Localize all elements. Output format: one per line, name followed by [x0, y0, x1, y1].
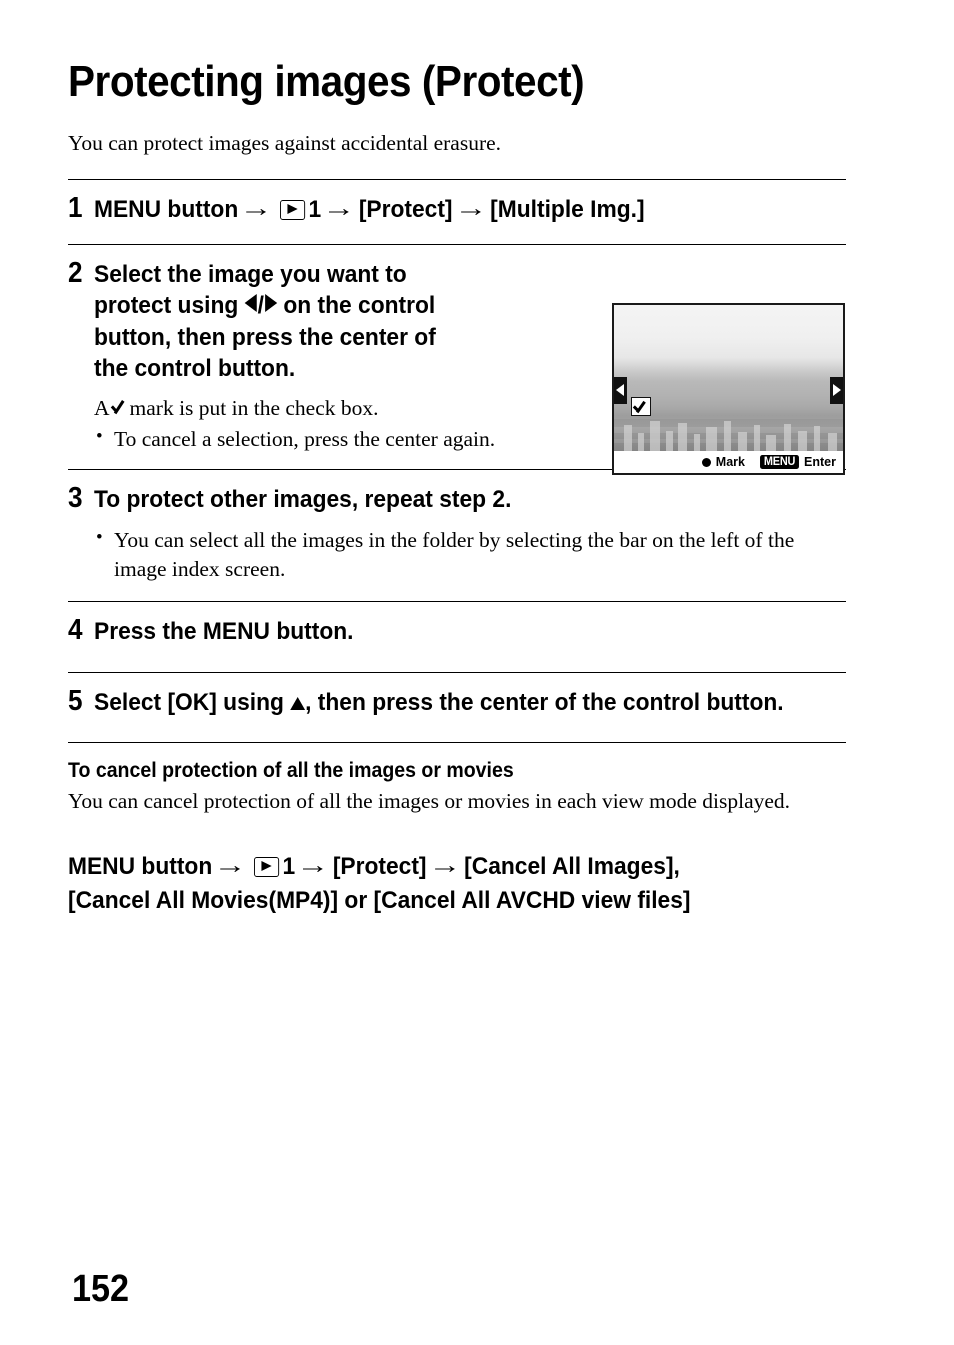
step-4-body: Press the MENU button. — [94, 616, 846, 647]
step-5-number: 5 — [68, 684, 83, 717]
step-1-protect-item: [Protect] — [358, 196, 453, 224]
menu-chip-icon: MENU — [760, 454, 800, 470]
step-4-heading: Press the MENU button. — [94, 618, 354, 646]
divider-above-step-5 — [68, 671, 846, 673]
arrow-icon: → — [296, 851, 330, 879]
arrow-icon: → — [322, 195, 356, 223]
playback-icon — [279, 200, 305, 221]
arrow-icon: → — [213, 851, 247, 879]
step-3: 3 To protect other images, repeat step 2… — [68, 484, 846, 583]
step-1-number: 1 — [68, 192, 83, 225]
step-2-heading-line-1: Select the image you want to — [94, 260, 407, 288]
slash-separator: / — [257, 292, 265, 320]
step-3-bullets: You can select all the images in the fol… — [94, 525, 846, 584]
arrow-icon: → — [239, 195, 273, 223]
camera-screen-frame: Mark MENU Enter — [612, 303, 845, 475]
list-item: You can select all the images in the fol… — [94, 525, 846, 584]
cancel-menu-protect-item: [Protect] — [332, 852, 427, 880]
checkmark-icon — [110, 398, 130, 418]
previous-image-arrow[interactable] — [614, 377, 627, 404]
step-1-heading: MENU button→ 1→ [Protect]→ [Multiple Img.] — [94, 194, 793, 225]
step-2-heading-line-2-pre: protect using — [94, 292, 239, 320]
step-2-heading-line-2-post: on the control — [283, 292, 436, 320]
camera-screen-guide-bar: Mark MENU Enter — [614, 451, 843, 473]
cancel-menu-path-line-2: [Cancel All Movies(MP4)] or [Cancel All … — [68, 886, 691, 914]
camera-screen-illustration: Mark MENU Enter — [612, 303, 845, 475]
right-triangle-icon — [264, 294, 278, 313]
intro-paragraph: You can protect images against accidenta… — [68, 131, 502, 155]
cancel-all-images-item: [Cancel All Images], — [464, 852, 680, 880]
step-1: 1 MENU button→ 1→ [Protect]→ [Multiple Img.… — [68, 194, 846, 225]
arrow-icon: → — [427, 851, 461, 879]
step-2-note-post: mark is put in the check box. — [129, 396, 379, 421]
mark-label: Mark — [715, 455, 745, 469]
cancel-menu-path-line-1: MENU button→ 1→ [Protect]→ [Cancel All Imag… — [68, 850, 792, 884]
step-5-body: Select [OK] using , then press the cente… — [94, 687, 846, 718]
left-triangle-icon — [244, 294, 257, 313]
step-5: 5 Select [OK] using , then press the cen… — [68, 684, 846, 718]
step-5-heading-pre: Select [OK] using — [94, 688, 284, 716]
page-title: Protecting images (Protect) — [68, 57, 585, 106]
step-1-multiple-img-item: [Multiple Img.] — [490, 196, 645, 224]
next-image-arrow[interactable] — [830, 377, 843, 404]
playback-icon — [253, 856, 279, 877]
divider-above-step-1 — [68, 179, 846, 181]
step-4-number: 4 — [68, 614, 83, 647]
cancel-menu-path: MENU button→ 1→ [Protect]→ [Cancel All Imag… — [68, 850, 792, 919]
protect-checkbox[interactable] — [631, 397, 651, 416]
mark-hint: Mark — [701, 455, 745, 469]
center-button-dot-icon — [701, 458, 711, 467]
step-1-menu-label: MENU button — [94, 196, 239, 224]
cancel-section-body: You can cancel protection of all the ima… — [68, 789, 791, 814]
arrow-icon: → — [453, 195, 487, 223]
step-1-body: MENU button→ 1→ [Protect]→ [Multiple Img.] — [94, 194, 846, 225]
cancel-menu-tab-number: 1 — [282, 852, 296, 880]
divider-above-step-4 — [68, 601, 846, 603]
step-1-tab-number: 1 — [308, 196, 322, 224]
manual-page: Protecting images (Protect) You can prot… — [0, 0, 954, 1345]
step-2-number: 2 — [68, 256, 83, 289]
enter-label: Enter — [804, 455, 836, 469]
up-triangle-icon — [290, 696, 306, 710]
step-2-note-pre: A — [94, 396, 110, 421]
sample-photo — [614, 305, 843, 451]
cancel-section: To cancel protection of all the images o… — [68, 759, 846, 918]
step-3-number: 3 — [68, 482, 83, 515]
divider-above-cancel-section — [68, 742, 846, 744]
step-3-heading: To protect other images, repeat step 2. — [94, 486, 512, 514]
cancel-section-heading: To cancel protection of all the images o… — [68, 759, 514, 783]
cancel-menu-label: MENU button — [68, 852, 213, 880]
step-3-body: To protect other images, repeat step 2. … — [94, 484, 846, 583]
step-5-heading: Select [OK] using , then press the cente… — [94, 687, 793, 718]
page-number: 152 — [72, 1268, 130, 1310]
step-5-heading-post: , then press the center of the control b… — [305, 688, 784, 716]
step-4: 4 Press the MENU button. — [68, 616, 846, 647]
divider-above-step-2 — [68, 243, 846, 245]
